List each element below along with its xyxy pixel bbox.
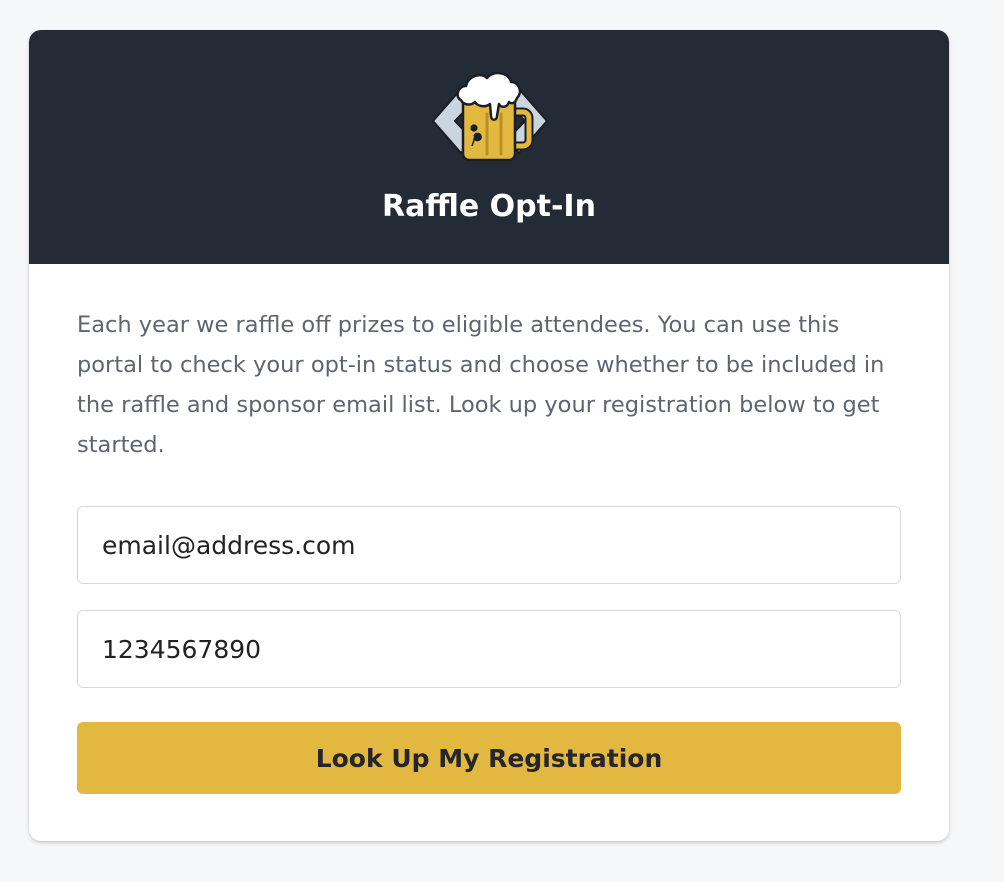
page-title: Raffle Opt-In bbox=[382, 189, 596, 224]
intro-text: Each year we raffle off prizes to eligib… bbox=[77, 312, 885, 458]
registration-number-input[interactable] bbox=[77, 610, 901, 688]
email-input[interactable] bbox=[77, 506, 901, 584]
raffle-card: Raffle Opt-In Each year we raffle off pr… bbox=[29, 30, 949, 841]
beer-mug-code-brackets-icon bbox=[432, 71, 548, 162]
lookup-registration-button[interactable]: Look Up My Registration bbox=[77, 722, 901, 794]
card-header: Raffle Opt-In bbox=[29, 30, 949, 264]
